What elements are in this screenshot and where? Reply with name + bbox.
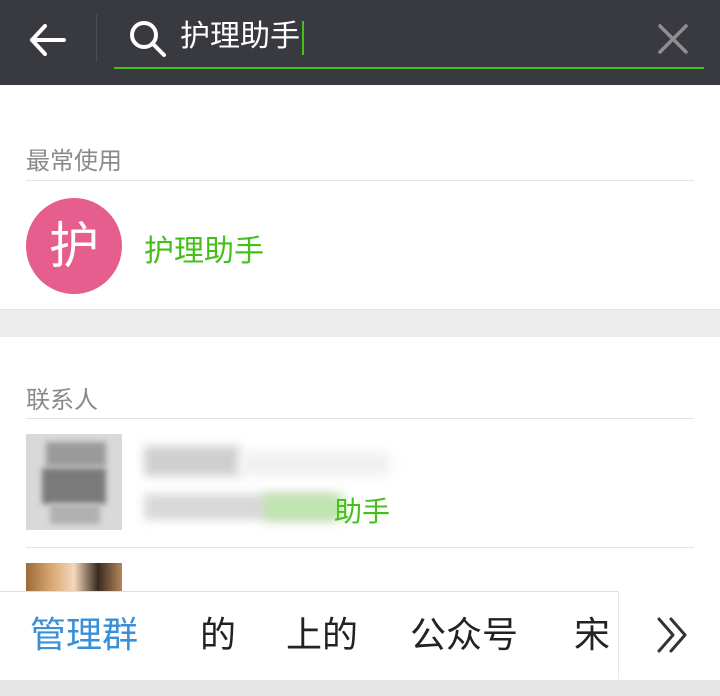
- avatar: 护: [26, 198, 122, 294]
- list-divider: [26, 547, 694, 548]
- suggestion-bar: 管理群 的 上的 公众号 宋: [0, 591, 720, 680]
- suggestion-chip[interactable]: 管理群: [30, 592, 138, 680]
- contact-match-text: 助手: [334, 495, 391, 528]
- section-separator: [0, 310, 720, 337]
- section-divider: [26, 418, 694, 419]
- avatar-glyph: 护: [49, 217, 99, 275]
- suggestion-chip[interactable]: 上的: [286, 592, 358, 680]
- search-input[interactable]: 护理助手: [180, 12, 620, 62]
- back-button[interactable]: [22, 16, 76, 66]
- text-caret: [302, 20, 304, 55]
- section-title-contacts: 联系人: [26, 386, 98, 414]
- avatar: [26, 434, 122, 530]
- close-icon: [658, 24, 688, 54]
- suggestion-chip[interactable]: 宋: [574, 592, 610, 680]
- arrow-left-icon: [30, 24, 66, 56]
- search-icon: [126, 17, 170, 61]
- suggestion-chip[interactable]: 的: [200, 592, 236, 680]
- more-suggestions-button[interactable]: [618, 591, 720, 679]
- double-chevron-right-icon: [657, 617, 687, 653]
- blurred-contact-name: [144, 446, 240, 476]
- bottom-edge: [0, 680, 720, 696]
- section-title-most-used: 最常使用: [26, 147, 122, 175]
- search-input-value: 护理助手: [180, 19, 300, 54]
- section-divider: [26, 180, 694, 181]
- clear-search-button[interactable]: [650, 16, 696, 62]
- blurred-contact-name: [240, 452, 390, 476]
- header-divider: [96, 14, 97, 62]
- most-used-item-name: 护理助手: [144, 234, 264, 269]
- search-top-bar: 护理助手: [0, 0, 720, 85]
- suggestion-chip[interactable]: 公众号: [410, 592, 518, 680]
- search-underline: [114, 67, 704, 69]
- blurred-match-highlight: [264, 494, 344, 520]
